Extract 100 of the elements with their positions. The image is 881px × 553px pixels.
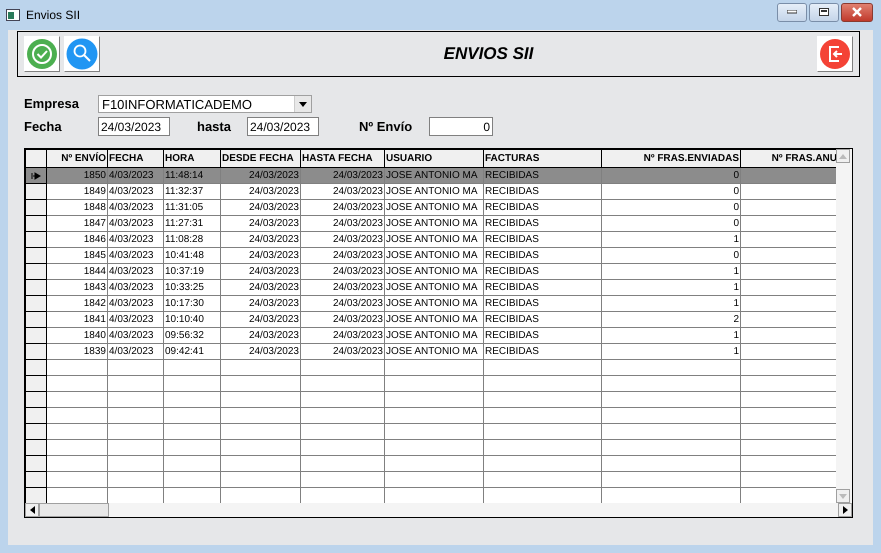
column-header[interactable]: USUARIO bbox=[384, 150, 484, 168]
empresa-label: Empresa bbox=[24, 95, 78, 113]
table-cell: 1850 bbox=[84, 170, 106, 181]
confirm-button[interactable] bbox=[24, 36, 60, 72]
table-cell: RECIBIDAS bbox=[485, 266, 539, 277]
up-arrow-icon bbox=[839, 154, 847, 158]
minimize-button[interactable] bbox=[777, 2, 807, 22]
table-cell: JOSE ANTONIO MA bbox=[386, 250, 478, 261]
table-row[interactable]: 1844 4/03/2023 10:37:19 24/03/2023 24/03/2023 JOSE ANTONIO MA RECIBIDAS 1 bbox=[26, 264, 838, 280]
table-cell: JOSE ANTONIO MA bbox=[386, 266, 478, 277]
table-cell: 24/03/2023 bbox=[332, 266, 383, 277]
scrollbar-thumb[interactable] bbox=[39, 503, 109, 517]
scroll-right-button[interactable] bbox=[838, 503, 852, 517]
table-cell: 1 bbox=[733, 266, 739, 277]
scroll-up-button[interactable] bbox=[836, 149, 850, 163]
table-row[interactable]: 1840 4/03/2023 09:56:32 24/03/2023 24/03/2023 JOSE ANTONIO MA RECIBIDAS 1 bbox=[26, 328, 838, 344]
table-cell: 11:48:14 bbox=[165, 170, 204, 181]
table-row[interactable]: 1841 4/03/2023 10:10:40 24/03/2023 24/03/2023 JOSE ANTONIO MA RECIBIDAS 2 bbox=[26, 312, 838, 328]
table-row[interactable]: 1850 4/03/2023 11:48:14 24/03/2023 24/03/2023 JOSE ANTONIO MA RECIBIDAS 0 bbox=[26, 168, 838, 184]
table-row[interactable]: 1845 4/03/2023 10:41:48 24/03/2023 24/03/2023 JOSE ANTONIO MA RECIBIDAS 0 bbox=[26, 248, 838, 264]
table-cell: 24/03/2023 bbox=[248, 218, 299, 229]
table-cell: 4/03/2023 bbox=[109, 298, 154, 309]
table-cell: 1846 bbox=[84, 234, 106, 245]
close-button[interactable] bbox=[841, 2, 873, 22]
table-cell: 1 bbox=[733, 282, 739, 293]
empresa-dropdown[interactable]: F10INFORMATICADEMO bbox=[98, 95, 312, 113]
table-cell: 24/03/2023 bbox=[248, 202, 299, 213]
column-header[interactable]: HASTA FECHA bbox=[300, 150, 384, 168]
exit-button[interactable] bbox=[817, 36, 853, 72]
table-cell: 24/03/2023 bbox=[248, 186, 299, 197]
table-cell: 1842 bbox=[84, 298, 106, 309]
column-header[interactable]: Nº FRAS.ENVIADAS bbox=[602, 150, 740, 168]
table-row[interactable]: 1846 4/03/2023 11:08:28 24/03/2023 24/03/2023 JOSE ANTONIO MA RECIBIDAS 1 bbox=[26, 232, 838, 248]
table-cell: 1 bbox=[733, 234, 739, 245]
close-icon bbox=[851, 7, 863, 17]
table-cell: JOSE ANTONIO MA bbox=[386, 330, 478, 341]
table-cell: 11:32:37 bbox=[165, 186, 204, 197]
table-cell: JOSE ANTONIO MA bbox=[386, 202, 478, 213]
table-cell: JOSE ANTONIO MA bbox=[386, 186, 478, 197]
right-arrow-icon bbox=[842, 506, 848, 514]
column-header[interactable]: HORA bbox=[164, 150, 220, 168]
table-cell: 24/03/2023 bbox=[332, 330, 383, 341]
table-cell: 24/03/2023 bbox=[248, 250, 299, 261]
table-cell: 1840 bbox=[84, 330, 106, 341]
table-cell: 4/03/2023 bbox=[109, 266, 154, 277]
table-cell: 1 bbox=[733, 330, 739, 341]
table-cell: 10:33:25 bbox=[165, 282, 204, 293]
table-cell: 4/03/2023 bbox=[109, 330, 154, 341]
left-arrow-icon bbox=[30, 506, 34, 514]
horizontal-scrollbar[interactable] bbox=[25, 503, 852, 517]
table-cell: 1839 bbox=[84, 346, 106, 357]
table-cell: 24/03/2023 bbox=[248, 346, 299, 357]
window-title: Envios SII bbox=[26, 8, 82, 22]
fecha-field[interactable]: 24/03/2023 bbox=[98, 117, 170, 136]
table-cell: 4/03/2023 bbox=[109, 314, 154, 325]
table-row[interactable]: 1842 4/03/2023 10:17:30 24/03/2023 24/03/2023 JOSE ANTONIO MA RECIBIDAS 1 bbox=[26, 296, 838, 312]
down-arrow-icon bbox=[839, 494, 847, 498]
table-cell: JOSE ANTONIO MA bbox=[386, 282, 478, 293]
minimize-icon bbox=[787, 10, 797, 14]
table-row[interactable]: 1843 4/03/2023 10:33:25 24/03/2023 24/03/2023 JOSE ANTONIO MA RECIBIDAS 1 bbox=[26, 280, 838, 296]
hasta-field[interactable]: 24/03/2023 bbox=[247, 117, 319, 136]
table-cell: 4/03/2023 bbox=[109, 346, 154, 357]
table-row[interactable]: 1849 4/03/2023 11:32:37 24/03/2023 24/03/2023 JOSE ANTONIO MA RECIBIDAS 0 bbox=[26, 184, 838, 200]
table-cell: RECIBIDAS bbox=[485, 282, 539, 293]
table-cell: 24/03/2023 bbox=[248, 234, 299, 245]
table-cell: 4/03/2023 bbox=[109, 170, 154, 181]
column-header[interactable]: FACTURAS bbox=[484, 150, 602, 168]
table-cell: 10:37:19 bbox=[165, 266, 204, 277]
search-button[interactable] bbox=[64, 36, 100, 72]
table-row[interactable]: 1839 4/03/2023 09:42:41 24/03/2023 24/03/2023 JOSE ANTONIO MA RECIBIDAS 1 bbox=[26, 344, 838, 360]
column-header[interactable]: FECHA bbox=[108, 150, 164, 168]
table-cell: 24/03/2023 bbox=[248, 282, 299, 293]
table-cell: 24/03/2023 bbox=[332, 250, 383, 261]
table-cell: 24/03/2023 bbox=[248, 298, 299, 309]
table-cell: 11:31:05 bbox=[165, 202, 204, 213]
table-cell: RECIBIDAS bbox=[485, 314, 539, 325]
table-cell: 10:10:40 bbox=[165, 314, 204, 325]
table-row[interactable]: 1847 4/03/2023 11:27:31 24/03/2023 24/03/2023 JOSE ANTONIO MA RECIBIDAS 0 bbox=[26, 216, 838, 232]
envio-field[interactable]: 0 bbox=[429, 117, 493, 136]
column-header[interactable]: Nº FRAS.ANU bbox=[740, 150, 838, 168]
table-cell: RECIBIDAS bbox=[485, 218, 539, 229]
table-row[interactable]: 1848 4/03/2023 11:31:05 24/03/2023 24/03/2023 JOSE ANTONIO MA RECIBIDAS 0 bbox=[26, 200, 838, 216]
table-cell: RECIBIDAS bbox=[485, 298, 539, 309]
vertical-scrollbar[interactable] bbox=[836, 149, 852, 503]
table-cell: 24/03/2023 bbox=[332, 170, 383, 181]
toolbar-title: ENVIOS SII bbox=[442, 44, 534, 64]
table-cell: RECIBIDAS bbox=[485, 170, 539, 181]
column-header[interactable]: Nº ENVÍO bbox=[46, 150, 108, 168]
table-cell: 09:42:41 bbox=[165, 346, 204, 357]
table-cell: 24/03/2023 bbox=[332, 298, 383, 309]
envio-label: Nº Envío bbox=[359, 118, 414, 136]
maximize-button[interactable] bbox=[809, 2, 839, 22]
table-cell: JOSE ANTONIO MA bbox=[386, 234, 478, 245]
table-cell: 4/03/2023 bbox=[109, 218, 154, 229]
table-cell: 0 bbox=[733, 202, 739, 213]
app-icon bbox=[6, 9, 20, 21]
table-cell: 10:17:30 bbox=[165, 298, 204, 309]
column-header[interactable]: DESDE FECHA bbox=[220, 150, 300, 168]
table-cell: 11:27:31 bbox=[165, 218, 204, 229]
scroll-left-button[interactable] bbox=[25, 503, 39, 517]
